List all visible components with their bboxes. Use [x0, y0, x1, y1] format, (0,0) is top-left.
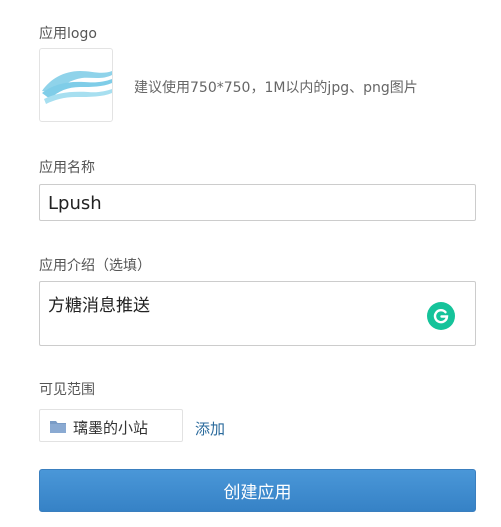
grammarly-icon[interactable] [427, 302, 455, 330]
add-visibility-link[interactable]: 添加 [195, 418, 225, 439]
app-name-input[interactable]: Lpush [39, 184, 476, 221]
app-name-value: Lpush [48, 193, 102, 214]
visibility-chip[interactable]: 璃墨的小站 [39, 409, 183, 442]
folder-icon [50, 421, 66, 433]
create-app-button[interactable]: 创建应用 [39, 469, 476, 512]
app-description-value: 方糖消息推送 [48, 296, 150, 316]
app-description-label: 应用介绍（选填） [39, 258, 151, 274]
logo-upload[interactable] [39, 48, 113, 122]
app-logo-image [42, 71, 112, 104]
logo-hint: 建议使用750*750，1M以内的jpg、png图片 [134, 80, 418, 96]
visibility-chip-label: 璃墨的小站 [73, 419, 149, 437]
logo-label: 应用logo [39, 26, 97, 42]
app-name-label: 应用名称 [39, 160, 95, 176]
app-description-textarea[interactable]: 方糖消息推送 [39, 281, 476, 346]
visibility-label: 可见范围 [39, 382, 95, 398]
